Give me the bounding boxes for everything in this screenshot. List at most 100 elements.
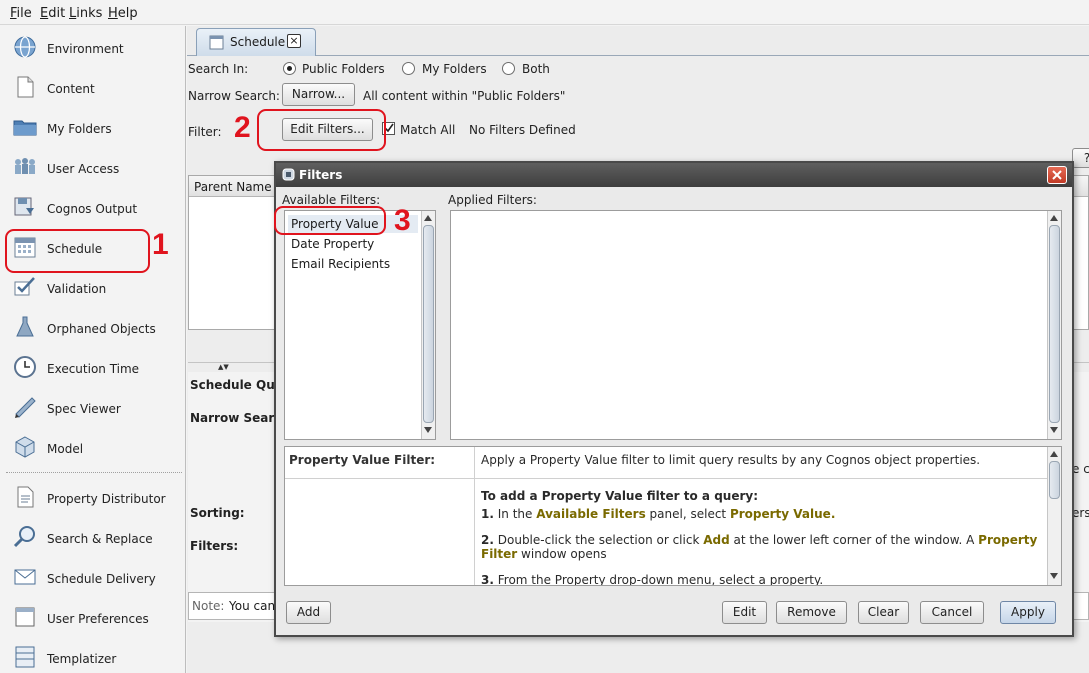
sidebar-item-spec-viewer[interactable]: Spec Viewer xyxy=(0,388,186,428)
filters-heading: Filters: xyxy=(190,539,239,553)
document-icon xyxy=(17,76,34,98)
cancel-button[interactable]: Cancel xyxy=(920,601,984,624)
radio-my-folders[interactable] xyxy=(402,62,415,75)
scrollbar-thumb[interactable] xyxy=(1049,461,1060,499)
menu-help[interactable]: Help xyxy=(108,6,138,21)
apply-button[interactable]: Apply xyxy=(1000,601,1056,624)
splitter-arrows-icon[interactable]: ▲▼ xyxy=(218,363,229,371)
radio-both-label: Both xyxy=(522,62,550,76)
radio-both[interactable] xyxy=(502,62,515,75)
pencil-icon xyxy=(15,397,36,418)
dialog-title-bar[interactable]: Filters xyxy=(276,163,1072,187)
app-window: File Edit Links Help Environment Content… xyxy=(0,0,1089,673)
scroll-down-icon[interactable] xyxy=(424,427,432,433)
column-parent-name[interactable]: Parent Name xyxy=(194,180,272,194)
help-row-divider xyxy=(285,478,1049,479)
schedule-query-heading: Schedule Que xyxy=(190,378,283,392)
sidebar-item-user-preferences[interactable]: User Preferences xyxy=(0,598,186,638)
clock-icon xyxy=(14,356,36,378)
menu-links[interactable]: Links xyxy=(69,6,102,21)
edit-button[interactable]: Edit xyxy=(722,601,767,624)
scroll-up-icon[interactable] xyxy=(424,215,432,221)
sidebar-item-property-distributor[interactable]: Property Distributor xyxy=(0,478,186,518)
scroll-down-icon[interactable] xyxy=(1050,573,1058,579)
sidebar-item-model[interactable]: Model xyxy=(0,428,186,468)
template-icon xyxy=(15,646,35,668)
applied-filters-list[interactable] xyxy=(450,210,1062,440)
annotation-number-3: 3 xyxy=(394,204,411,237)
annotation-number-2: 2 xyxy=(234,111,251,144)
clear-button[interactable]: Clear xyxy=(858,601,909,624)
sidebar-item-my-folders[interactable]: My Folders xyxy=(0,108,186,148)
folder-icon xyxy=(13,120,37,136)
radio-public-folders-label: Public Folders xyxy=(302,62,385,76)
checkmark-icon xyxy=(14,277,35,296)
menu-file[interactable]: File xyxy=(10,6,32,21)
help-step-2: 2. Double-click the selection or click A… xyxy=(481,533,1038,547)
applied-scrollbar[interactable] xyxy=(1047,211,1061,439)
annotation-number-1: 1 xyxy=(152,228,169,261)
sidebar-item-templatizer[interactable]: Templatizer xyxy=(0,638,186,673)
narrow-search-label: Narrow Search: xyxy=(188,89,280,103)
users-icon xyxy=(15,158,35,174)
scroll-up-icon[interactable] xyxy=(1050,451,1058,457)
radio-my-folders-label: My Folders xyxy=(422,62,487,76)
details-text-fragment: ers xyxy=(1072,506,1089,520)
add-button[interactable]: Add xyxy=(286,601,331,624)
annotation-box-3 xyxy=(274,206,386,235)
sidebar-item-orphaned-objects[interactable]: Orphaned Objects xyxy=(0,308,186,348)
help-intro: Apply a Property Value filter to limit q… xyxy=(481,453,981,467)
sidebar-item-environment[interactable]: Environment xyxy=(0,28,186,68)
filter-help-pane: Property Value Filter: Apply a Property … xyxy=(284,446,1062,586)
filters-status-text: No Filters Defined xyxy=(469,123,576,137)
available-scrollbar[interactable] xyxy=(421,211,435,439)
details-text-fragment: e c xyxy=(1072,462,1089,476)
remove-button[interactable]: Remove xyxy=(776,601,847,624)
sidebar-item-content[interactable]: Content xyxy=(0,68,186,108)
list-item[interactable]: Email Recipients xyxy=(288,255,418,273)
filter-label: Filter: xyxy=(188,125,222,139)
dialog-close-button[interactable] xyxy=(1047,166,1067,184)
help-step-2-cont: Filter window opens xyxy=(481,547,607,561)
tab-schedule[interactable]: Schedule × xyxy=(196,28,316,56)
envelope-icon xyxy=(14,569,36,585)
flask-icon xyxy=(16,316,34,337)
match-all-label: Match All xyxy=(400,123,456,137)
sidebar-item-schedule-delivery[interactable]: Schedule Delivery xyxy=(0,558,186,598)
scrollbar-thumb[interactable] xyxy=(1049,225,1060,423)
note-text: You can xyxy=(229,599,276,613)
help-heading-column xyxy=(285,447,475,585)
help-scrollbar[interactable] xyxy=(1047,447,1061,585)
dialog-title: Filters xyxy=(299,168,343,182)
preferences-icon xyxy=(15,607,35,627)
cube-icon xyxy=(15,436,35,458)
sidebar-item-cognos-output[interactable]: Cognos Output xyxy=(0,188,186,228)
available-filters-list[interactable]: Property Value Date Property Email Recip… xyxy=(284,210,436,440)
scrollbar-thumb[interactable] xyxy=(423,225,434,423)
sidebar-item-search-replace[interactable]: Search & Replace xyxy=(0,518,186,558)
sidebar-item-execution-time[interactable]: Execution Time xyxy=(0,348,186,388)
properties-icon xyxy=(17,486,34,508)
sidebar-item-user-access[interactable]: User Access xyxy=(0,148,186,188)
menu-edit[interactable]: Edit xyxy=(40,6,65,21)
scroll-up-icon[interactable] xyxy=(1050,215,1058,221)
narrow-button[interactable]: Narrow... xyxy=(282,83,355,106)
help-heading: Property Value Filter: xyxy=(289,453,436,467)
calendar-icon xyxy=(209,35,224,50)
note-label: Note: xyxy=(192,599,225,613)
annotation-box-1 xyxy=(5,229,150,273)
magnifier-icon xyxy=(13,526,35,548)
tab-close-icon[interactable]: × xyxy=(287,34,301,48)
narrow-scope-text: All content within "Public Folders" xyxy=(363,89,566,103)
menu-bar: File Edit Links Help xyxy=(0,0,1089,25)
help-step-1: 1. In the Available Filters panel, selec… xyxy=(481,507,836,521)
sidebar-divider xyxy=(6,472,182,473)
sidebar: Environment Content My Folders User Acce… xyxy=(0,26,186,673)
sidebar-item-validation[interactable]: Validation xyxy=(0,268,186,308)
help-step-3: 3. From the Property drop-down menu, sel… xyxy=(481,573,824,586)
app-icon xyxy=(282,168,295,181)
help-button[interactable]: ? xyxy=(1072,148,1089,168)
tab-strip xyxy=(187,26,1089,56)
radio-public-folders[interactable] xyxy=(283,62,296,75)
scroll-down-icon[interactable] xyxy=(1050,427,1058,433)
